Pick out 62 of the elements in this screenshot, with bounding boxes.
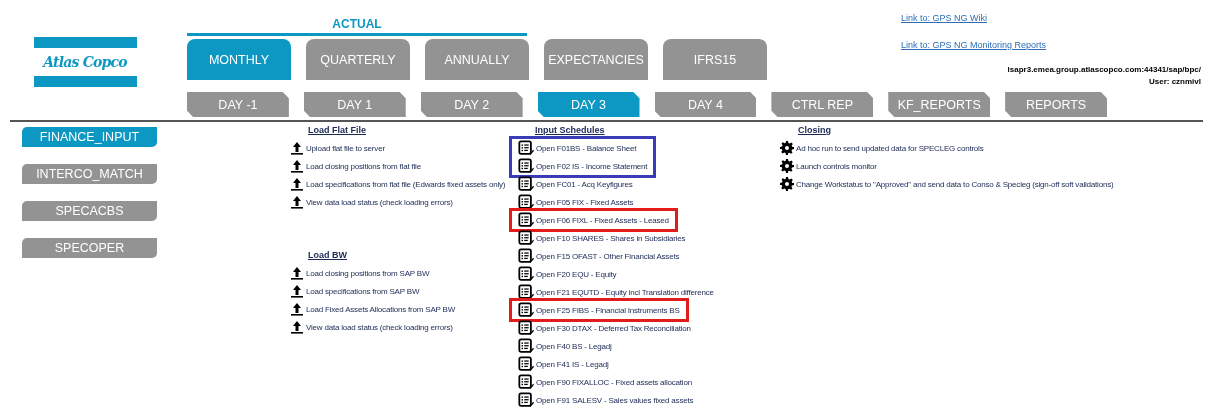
schedule-link[interactable]: Open F30 DTAX - Deferred Tax Reconciliation [536,323,691,333]
upload-icon[interactable] [290,195,304,209]
schedule-link[interactable]: Open F90 FIXALLOC - Fixed assets allocation [536,377,692,387]
link[interactable]: Link to: GPS NG Wiki [901,13,988,23]
action-link[interactable]: Load closing positions from flat file [306,161,421,171]
schedule-link[interactable]: Open F06 FIXL - Fixed Assets - Leased [536,215,669,225]
action-link[interactable]: Upload flat file to server [306,143,385,153]
user-label: User: cznmivl [1148,77,1201,86]
section-heading: Closing [798,125,832,135]
schedule-link[interactable]: Open F10 SHARES - Shares in Subsidiaries [536,233,686,243]
atlas-copco-logo: Atlas Copco [33,37,137,87]
gear-icon[interactable] [780,177,794,191]
action-link[interactable]: Change Workstatus to "Approved" and send data to Conso & Specleg (sign-off soft validations) [796,179,1114,189]
schedule-link[interactable]: Open F41 IS - Legadj [536,359,609,369]
action-link[interactable]: View data load status (check loading errors) [306,197,453,207]
schedule-link[interactable]: Open F15 OFAST - Other Financial Assets [536,251,680,261]
upload-icon[interactable] [290,284,304,298]
server-address: lsapr3.emea.group.atlascopco.com:44341/sap/bpc/ [1007,65,1201,74]
schedule-link[interactable]: Open F01BS - Balance Sheet [536,143,637,153]
upload-icon[interactable] [290,320,304,334]
list-edit-icon[interactable] [518,284,534,300]
action-link[interactable]: Load specifications from flat file (Edwards fixed assets only) [306,179,506,189]
list-edit-icon[interactable] [518,374,534,390]
section-heading: Load BW [308,250,348,260]
schedule-link[interactable]: Open F25 FIBS - Financial Instruments BS [536,305,680,315]
section-heading: Input Schedules [535,125,606,135]
action-link[interactable]: Launch controls monitor [796,161,877,171]
list-edit-icon[interactable] [518,320,534,336]
list-edit-icon[interactable] [518,302,534,318]
upload-icon[interactable] [290,159,304,173]
schedule-link[interactable]: Open F91 SALESV - Sales values fixed assets [536,395,694,405]
schedule-link[interactable]: Open FC01 - Acq Keyfigures [536,179,633,189]
action-link[interactable]: Load specifications from SAP BW [306,286,420,296]
upload-icon[interactable] [290,266,304,280]
upload-icon[interactable] [290,177,304,191]
section-heading: Load Flat File [308,125,367,135]
list-edit-icon[interactable] [518,230,534,246]
schedule-link[interactable]: Open F21 EQUTD - Equity incl Translation difference [536,287,714,297]
action-link[interactable]: Load Fixed Assets Allocations from SAP BW [306,304,456,314]
group-label: ACTUAL [187,17,527,36]
list-edit-icon[interactable] [518,338,534,354]
list-edit-icon[interactable] [518,140,534,156]
action-link[interactable]: Load closing positions from SAP BW [306,268,430,278]
schedule-link[interactable]: Open F40 BS - Legadj [536,341,612,351]
list-edit-icon[interactable] [518,176,534,192]
list-edit-icon[interactable] [518,248,534,264]
schedule-link[interactable]: Open F02 IS - Income Statement [536,161,648,171]
schedule-link[interactable]: Open F05 FIX - Fixed Assets [536,197,634,207]
list-edit-icon[interactable] [518,356,534,372]
action-link[interactable]: Ad hoc run to send updated data for SPECLEG controls [796,143,984,153]
list-edit-icon[interactable] [518,194,534,210]
list-edit-icon[interactable] [518,158,534,174]
upload-icon[interactable] [290,141,304,155]
action-link[interactable]: View data load status (check loading errors) [306,322,453,332]
gear-icon[interactable] [780,159,794,173]
gear-icon[interactable] [780,141,794,155]
list-edit-icon[interactable] [518,266,534,282]
list-edit-icon[interactable] [518,392,534,408]
schedule-link[interactable]: Open F20 EQU - Equity [536,269,617,279]
link[interactable]: Link to: GPS NG Monitoring Reports [901,40,1047,50]
list-edit-icon[interactable] [518,212,534,228]
upload-icon[interactable] [290,302,304,316]
